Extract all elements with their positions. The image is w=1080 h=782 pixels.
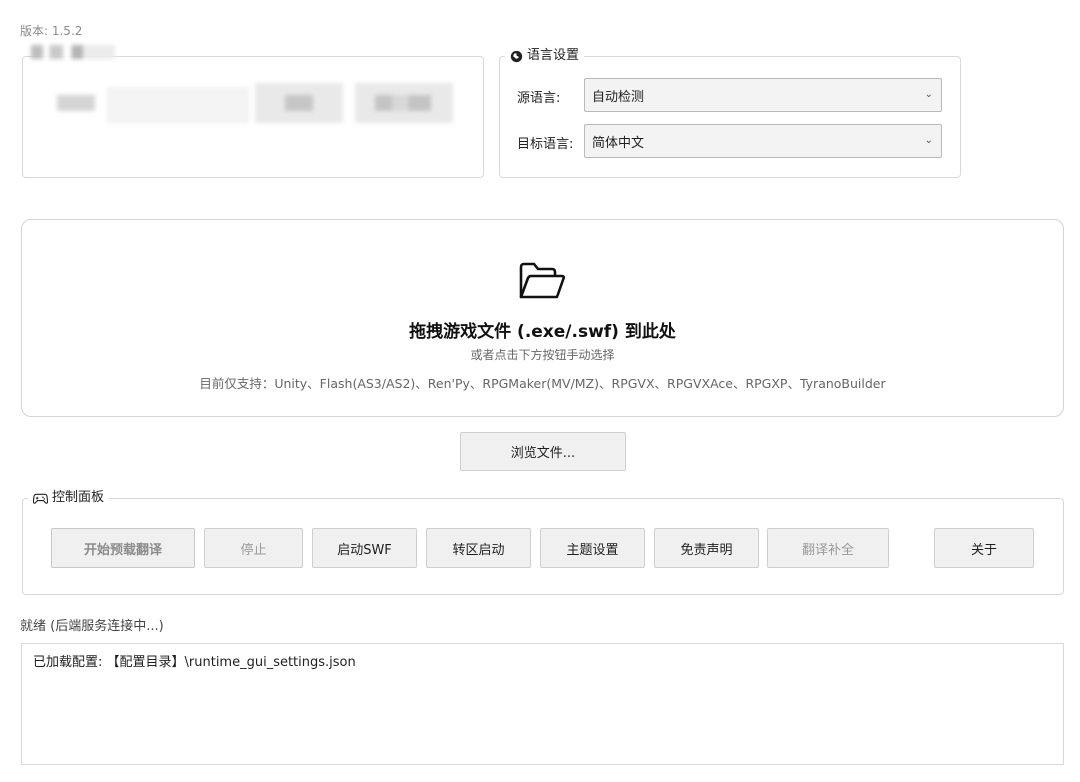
folder-open-icon	[518, 261, 568, 303]
target-language-label: 目标语言:	[517, 137, 574, 152]
control-panel-title: 控制面板	[52, 490, 105, 505]
supported-engines-text: 目前仅支持：Unity、Flash(AS3/AS2)、Ren'Py、RPGMak…	[199, 376, 886, 391]
stop-button[interactable]: 停止	[204, 528, 303, 568]
launch-swf-button[interactable]: 启动SWF	[312, 528, 417, 568]
chevron-down-icon: ⌄	[924, 88, 933, 100]
source-language-label: 源语言:	[517, 91, 561, 106]
source-language-value: 自动检测	[592, 89, 645, 105]
about-button[interactable]: 关于	[934, 528, 1034, 568]
control-panel-legend: 控制面板	[28, 490, 110, 506]
status-text: 就绪 (后端服务连接中...)	[20, 619, 164, 634]
theme-settings-button[interactable]: 主题设置	[540, 528, 645, 568]
translation-complete-button[interactable]: 翻译补全	[767, 528, 889, 568]
file-drop-zone[interactable]: 拖拽游戏文件 (.exe/.swf) 到此处 或者点击下方按钮手动选择 目前仅支…	[21, 219, 1064, 417]
globe-icon	[510, 50, 523, 63]
disclaimer-button[interactable]: 免责声明	[654, 528, 759, 568]
target-language-select[interactable]: 简体中文 ⌄	[584, 124, 942, 158]
source-language-select[interactable]: 自动检测 ⌄	[584, 78, 942, 112]
gamepad-icon	[33, 492, 48, 505]
chevron-down-icon: ⌄	[924, 134, 933, 146]
start-preload-translation-button[interactable]: 开始预载翻译	[51, 528, 195, 568]
redacted-group	[22, 45, 484, 178]
browse-files-button[interactable]: 浏览文件...	[460, 432, 626, 471]
locale-launch-button[interactable]: 转区启动	[426, 528, 531, 568]
dropzone-subtitle: 或者点击下方按钮手动选择	[470, 348, 615, 362]
target-language-value: 简体中文	[592, 135, 645, 151]
log-line: 已加载配置: 【配置目录】\runtime_gui_settings.json	[33, 655, 356, 670]
version-label: 版本: 1.5.2	[20, 24, 83, 38]
language-settings-group	[499, 56, 961, 178]
dropzone-title: 拖拽游戏文件 (.exe/.swf) 到此处	[409, 322, 676, 342]
log-output[interactable]: 已加载配置: 【配置目录】\runtime_gui_settings.json	[21, 643, 1064, 765]
language-settings-title: 语言设置	[527, 48, 580, 63]
language-settings-legend: 语言设置	[505, 48, 585, 64]
